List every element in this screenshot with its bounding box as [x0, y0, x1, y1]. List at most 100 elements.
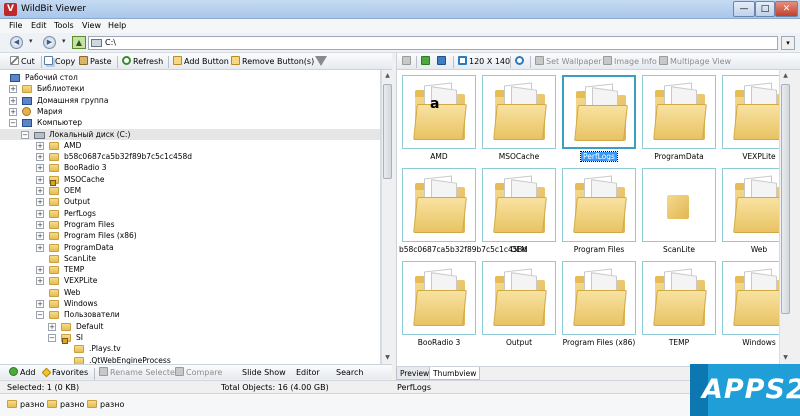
tree-item[interactable]: Web [0, 287, 380, 298]
forward-history-arrow[interactable]: ▾ [62, 37, 66, 45]
expand-icon[interactable]: + [36, 187, 44, 195]
tree-item[interactable]: + ProgramData [0, 242, 380, 253]
thumbnail-tile[interactable] [562, 168, 636, 242]
set-wallpaper-button[interactable]: Set Wallpaper [535, 56, 602, 68]
tree-item[interactable]: + MSOCache [0, 174, 380, 186]
tree-item[interactable]: .QtWebEngineProcess [0, 355, 380, 364]
menu-help[interactable]: Help [108, 21, 126, 30]
tab-preview[interactable]: Preview [396, 367, 434, 380]
expand-icon[interactable]: + [36, 141, 44, 150]
tree-scrollbar[interactable]: ▲ ▼ [381, 70, 392, 364]
tree-item[interactable]: + TEMP [0, 264, 380, 275]
thumbnail-size-button[interactable]: 120 X 140 [458, 56, 510, 68]
expand-icon[interactable]: + [36, 300, 44, 308]
forward-button[interactable]: ▶ [43, 36, 56, 49]
tree-item[interactable]: + PerfLogs [0, 208, 380, 219]
tree-item[interactable]: + Program Files (x86) [0, 230, 380, 241]
tree-item[interactable]: .Plays.tv [0, 343, 380, 354]
expand-icon[interactable]: + [36, 209, 44, 218]
favorite-link[interactable]: разно [7, 399, 44, 410]
tree-item[interactable]: + Мария [0, 106, 380, 117]
tree-item[interactable]: + Program Files [0, 219, 380, 230]
tree-item[interactable]: − Пользователи [0, 309, 380, 320]
paste-button[interactable]: Paste [79, 56, 112, 68]
thumbnail-tile[interactable] [642, 168, 716, 242]
tree-item[interactable]: + Библиотеки [0, 83, 380, 94]
thumbnail-tile[interactable] [482, 261, 556, 335]
expand-icon[interactable]: + [36, 153, 44, 162]
search-button[interactable]: Search [336, 367, 363, 378]
tree-item[interactable]: ScanLite [0, 253, 380, 264]
rotate-button[interactable] [515, 56, 526, 68]
slide-show-button[interactable]: Slide Show [242, 367, 286, 378]
expand-icon[interactable]: + [36, 198, 44, 207]
back-history-arrow[interactable]: ▾ [29, 37, 33, 45]
tree-item[interactable]: + b58c0687ca5b32f89b7c5c1c458d [0, 151, 380, 162]
thumbnail-tile[interactable] [402, 261, 476, 335]
thumbnail-tile[interactable] [402, 168, 476, 242]
expand-icon[interactable]: + [48, 322, 56, 331]
thumbnail-tile[interactable] [482, 75, 556, 149]
scroll-down-arrow[interactable]: ▼ [383, 352, 392, 363]
thumbnail-scrollbar[interactable]: ▲ ▼ [779, 70, 790, 364]
path-input[interactable]: C:\ [88, 36, 778, 50]
copy-button[interactable]: Copy [44, 56, 75, 68]
scroll-down-arrow[interactable]: ▼ [781, 352, 790, 363]
view-icon[interactable] [402, 56, 413, 68]
favorite-link[interactable]: разно [87, 399, 124, 410]
scroll-thumb[interactable] [383, 84, 392, 179]
scroll-thumb[interactable] [781, 84, 790, 314]
tree-item[interactable]: Рабочий стол [0, 72, 380, 83]
collapse-icon[interactable]: − [9, 119, 17, 128]
editor-button[interactable]: Editor [296, 367, 320, 378]
menu-view[interactable]: View [82, 21, 101, 30]
expand-icon[interactable]: + [36, 266, 44, 275]
expand-icon[interactable]: + [9, 96, 17, 105]
thumbnail-tile[interactable] [562, 75, 636, 149]
compare-button[interactable]: Compare [175, 367, 222, 378]
minimize-button[interactable]: — [733, 1, 755, 17]
sort-ascending-button[interactable] [421, 56, 432, 68]
up-folder-button[interactable]: ▲ [72, 36, 86, 49]
add-favorite-button[interactable]: Add [9, 367, 36, 378]
tab-thumbview[interactable]: Thumbview [429, 367, 481, 380]
maximize-button[interactable]: □ [755, 1, 775, 17]
menu-edit[interactable]: Edit [31, 21, 47, 30]
expand-icon[interactable]: + [36, 243, 44, 252]
tree-item[interactable]: + Default [0, 321, 380, 332]
tree-item[interactable]: + AMD [0, 140, 380, 151]
expand-icon[interactable]: + [9, 85, 17, 94]
image-info-button[interactable]: Image Info [603, 56, 657, 68]
rename-selected-button[interactable]: Rename Selected [99, 367, 180, 378]
close-button[interactable]: ✕ [775, 1, 798, 17]
add-button-button[interactable]: Add Button [173, 56, 229, 68]
thumbnail-tile[interactable] [562, 261, 636, 335]
thumbnail-tile[interactable] [642, 261, 716, 335]
favorites-button[interactable]: Favorites [41, 367, 88, 378]
collapse-icon[interactable]: − [21, 130, 29, 139]
tree-item[interactable]: + Домашняя группа [0, 95, 380, 106]
scroll-up-arrow[interactable]: ▲ [781, 70, 790, 81]
multipage-view-button[interactable]: Multipage View [659, 56, 731, 68]
filter-icon[interactable] [315, 56, 327, 66]
tree-item[interactable]: + VEXPLite [0, 275, 380, 286]
favorite-link[interactable]: разно [47, 399, 84, 410]
remove-buttons-button[interactable]: Remove Button(s) [231, 56, 314, 68]
tree-item[interactable]: + Windows [0, 298, 380, 309]
expand-icon[interactable]: + [36, 220, 44, 229]
expand-icon[interactable]: + [9, 107, 17, 116]
scroll-up-arrow[interactable]: ▲ [383, 70, 392, 81]
collapse-icon[interactable]: − [48, 333, 56, 342]
refresh-button[interactable]: Refresh [122, 56, 163, 68]
back-button[interactable]: ◀ [10, 36, 23, 49]
thumbnail-grid[interactable]: a AMD MSOCache PerfLogs ProgramData VEXPLite b… [396, 70, 790, 366]
expand-icon[interactable]: + [36, 277, 44, 286]
menu-file[interactable]: File [9, 21, 22, 30]
thumbnail-tile[interactable]: a [402, 75, 476, 149]
collapse-icon[interactable]: − [36, 311, 44, 320]
expand-icon[interactable]: + [36, 175, 44, 184]
sort-descending-button[interactable] [437, 56, 448, 68]
expand-icon[interactable]: + [36, 164, 44, 173]
thumbnail-tile[interactable] [642, 75, 716, 149]
expand-icon[interactable]: + [36, 232, 44, 241]
